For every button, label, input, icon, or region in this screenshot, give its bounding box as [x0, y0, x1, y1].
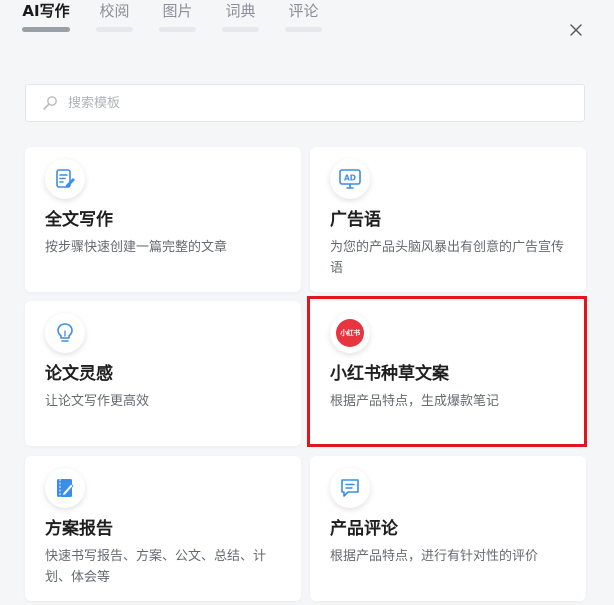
tab-indicator	[222, 27, 259, 32]
tab-indicator	[96, 27, 133, 32]
search-input[interactable]	[68, 95, 548, 111]
tab-label: 校阅	[99, 2, 130, 20]
search-icon	[43, 96, 57, 110]
card-description: 按步骤快速创建一篇完整的文章	[45, 240, 228, 255]
card-title: 论文灵感	[45, 364, 113, 384]
tab-proofread[interactable]: 校阅	[96, 0, 133, 36]
card-icon-wrap: 小红书	[330, 313, 370, 353]
card-title: 全文写作	[45, 210, 113, 230]
ad-monitor-icon: AD	[339, 169, 361, 189]
tab-indicator	[22, 27, 70, 32]
template-card-slogan[interactable]: AD 广告语 为您的产品头脑风暴出有创意的广告宣传语	[310, 147, 586, 292]
template-card-xiaohongshu[interactable]: 小红书 小红书种草文案 根据产品特点，生成爆款笔记	[310, 301, 586, 446]
card-title: 小红书种草文案	[330, 364, 449, 384]
card-description: 快速书写报告、方案、公文、总结、计划、体会等	[45, 549, 267, 585]
close-button[interactable]	[566, 20, 586, 40]
card-description: 让论文写作更高效	[45, 394, 150, 409]
card-title: 方案报告	[45, 519, 113, 539]
notebook-pen-icon	[57, 479, 74, 497]
xiaohongshu-logo-icon: 小红书	[336, 319, 364, 347]
tab-comments[interactable]: 评论	[285, 0, 322, 36]
tab-dictionary[interactable]: 词典	[222, 0, 259, 36]
tab-label: 词典	[225, 2, 256, 20]
tab-label: AI写作	[22, 2, 70, 20]
card-description: 根据产品特点，进行有针对性的评价	[330, 549, 539, 564]
edit-document-icon	[56, 169, 75, 188]
lightbulb-icon	[57, 323, 73, 342]
template-card-product-review[interactable]: 产品评论 根据产品特点，进行有针对性的评价	[310, 456, 586, 601]
card-icon-wrap	[45, 159, 85, 199]
tab-label: 评论	[288, 2, 319, 20]
ai-writing-panel: AI写作 校阅 图片 词典 评论 搜索模板 全文写作 按步骤快速创建一篇完整的文…	[0, 0, 614, 605]
card-icon-wrap	[45, 468, 85, 508]
tab-ai-writing[interactable]: AI写作	[22, 0, 70, 36]
template-card-paper-inspiration[interactable]: 论文灵感 让论文写作更高效	[25, 301, 301, 446]
tab-label: 图片	[162, 2, 193, 20]
comment-icon	[341, 479, 359, 497]
card-description: 根据产品特点，生成爆款笔记	[330, 394, 500, 409]
template-card-report[interactable]: 方案报告 快速书写报告、方案、公文、总结、计划、体会等	[25, 456, 301, 601]
card-icon-wrap	[330, 468, 370, 508]
card-title: 产品评论	[330, 519, 398, 539]
card-description: 为您的产品头脑风暴出有创意的广告宣传语	[330, 240, 565, 276]
svg-text:AD: AD	[344, 174, 356, 183]
card-icon-wrap	[45, 313, 85, 353]
search-box[interactable]	[25, 84, 585, 122]
card-title: 广告语	[330, 210, 381, 230]
tab-images[interactable]: 图片	[159, 0, 196, 36]
tab-indicator	[285, 27, 322, 32]
tab-indicator	[159, 27, 196, 32]
template-card-full-article[interactable]: 全文写作 按步骤快速创建一篇完整的文章	[25, 147, 301, 292]
card-icon-wrap: AD	[330, 159, 370, 199]
xiaohongshu-logo-text: 小红书	[340, 329, 360, 337]
close-icon	[570, 24, 582, 36]
